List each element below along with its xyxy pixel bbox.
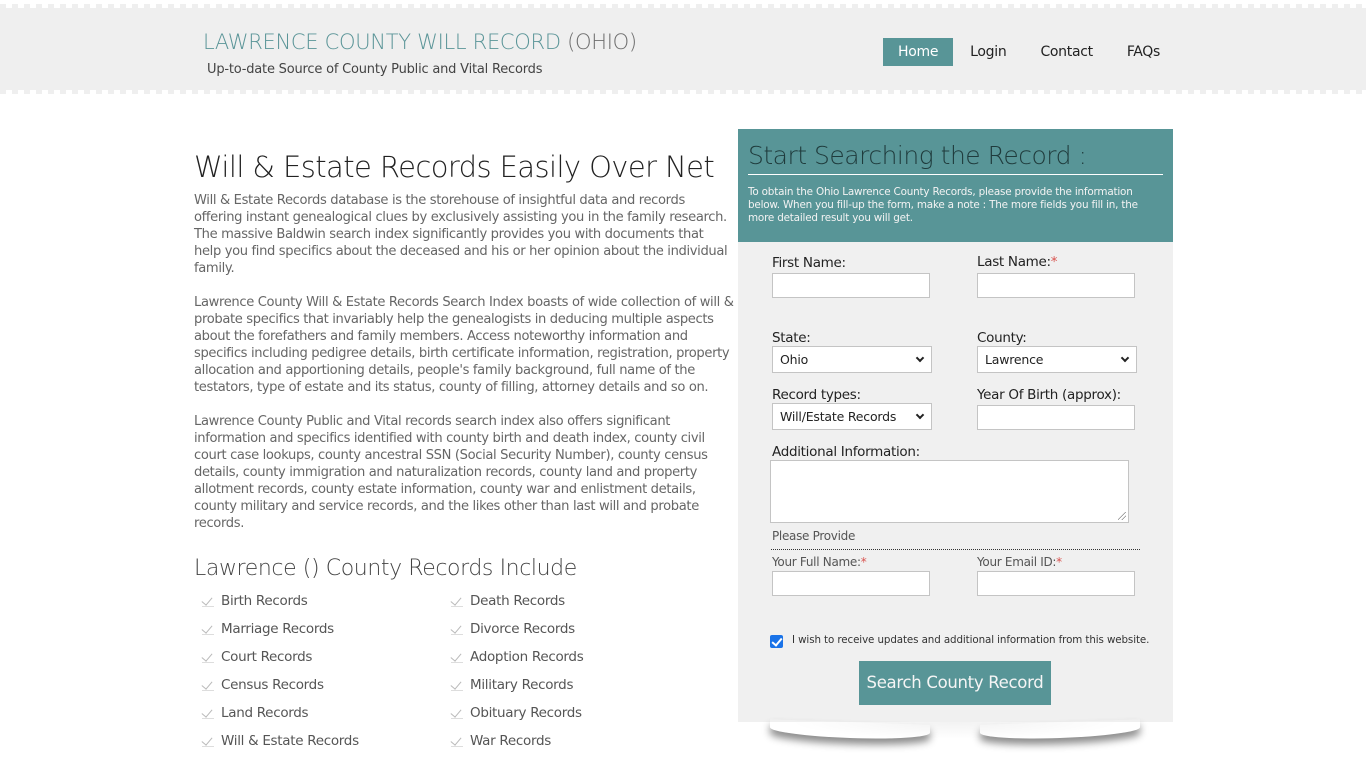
record-label: Court Records: [221, 649, 313, 665]
list-item: Birth Records: [201, 587, 450, 615]
record-label: Marriage Records: [221, 621, 334, 637]
record-label: Divorce Records: [470, 621, 575, 637]
nav-contact[interactable]: Contact: [1026, 38, 1106, 66]
record-label: Will & Estate Records: [221, 733, 359, 749]
site-header: LAWRENCE COUNTY WILL RECORD (OHIO) Up-to…: [0, 4, 1366, 94]
county-select[interactable]: Lawrence: [977, 346, 1137, 373]
main-content: Will & Estate Records Easily Over Net Wi…: [194, 150, 734, 755]
site-title[interactable]: LAWRENCE COUNTY WILL RECORD (OHIO): [203, 30, 637, 54]
please-provide-label: Please Provide: [772, 529, 856, 543]
list-item: Land Records: [201, 699, 450, 727]
year-of-birth-label: Year Of Birth (approx):: [977, 387, 1121, 403]
search-county-record-button[interactable]: Search County Record: [859, 661, 1051, 705]
list-item: Divorce Records: [450, 615, 650, 643]
required-mark: *: [1056, 555, 1062, 569]
email-label: Your Email ID:*: [977, 555, 1062, 569]
updates-checkbox[interactable]: [770, 635, 783, 648]
list-item: Adoption Records: [450, 643, 650, 671]
intro-paragraph-3: Lawrence County Public and Vital records…: [194, 414, 708, 531]
check-icon: [450, 734, 464, 748]
site-subtitle: Up-to-date Source of County Public and V…: [207, 62, 543, 77]
main-nav: Home Login Contact FAQs: [883, 38, 1180, 66]
record-types-select[interactable]: Will/Estate Records: [772, 403, 932, 430]
last-name-input[interactable]: [977, 273, 1135, 298]
list-item: War Records: [450, 727, 650, 755]
record-types-select-value: Will/Estate Records: [780, 409, 897, 424]
check-icon: [450, 594, 464, 608]
search-panel-intro: To obtain the Ohio Lawrence County Recor…: [748, 186, 1138, 224]
check-icon: [201, 650, 215, 664]
chevron-down-icon: [1120, 353, 1130, 363]
chevron-down-icon: [915, 353, 925, 363]
check-icon: [201, 678, 215, 692]
list-item: Obituary Records: [450, 699, 650, 727]
panel-shadow: [760, 722, 1150, 742]
first-name-label: First Name:: [772, 255, 846, 271]
search-panel-header: Start Searching the Record : To obtain t…: [738, 129, 1173, 242]
first-name-input[interactable]: [772, 273, 930, 298]
nav-home[interactable]: Home: [883, 38, 954, 66]
site-title-state: (OHIO): [567, 30, 637, 54]
record-label: Military Records: [470, 677, 574, 693]
intro-paragraph-2: Lawrence County Will & Estate Records Se…: [194, 295, 734, 395]
nav-faqs[interactable]: FAQs: [1113, 38, 1174, 66]
state-label: State:: [772, 330, 811, 346]
search-panel-title: Start Searching the Record :: [748, 141, 1163, 175]
site-title-text: LAWRENCE COUNTY WILL RECORD: [203, 30, 561, 54]
record-label: Death Records: [470, 593, 565, 609]
state-select[interactable]: Ohio: [772, 346, 932, 373]
records-heading: Lawrence () County Records Include: [194, 556, 577, 581]
record-label: War Records: [470, 733, 551, 749]
record-label: Census Records: [221, 677, 324, 693]
year-of-birth-input[interactable]: [977, 405, 1135, 430]
check-icon: [450, 678, 464, 692]
required-mark: *: [1050, 254, 1058, 270]
additional-info-label: Additional Information:: [772, 444, 920, 460]
page-title: Will & Estate Records Easily Over Net: [194, 150, 715, 184]
list-item: Death Records: [450, 587, 650, 615]
state-select-value: Ohio: [780, 352, 809, 367]
list-item: Marriage Records: [201, 615, 450, 643]
list-item: Military Records: [450, 671, 650, 699]
check-icon: [201, 594, 215, 608]
check-icon: [450, 622, 464, 636]
county-label: County:: [977, 330, 1027, 346]
nav-login[interactable]: Login: [956, 38, 1020, 66]
check-icon: [450, 706, 464, 720]
required-mark: *: [860, 555, 867, 569]
check-icon: [201, 734, 215, 748]
record-types-label: Record types:: [772, 387, 861, 403]
email-input[interactable]: [977, 571, 1135, 596]
check-icon: [450, 650, 464, 664]
check-icon: [201, 706, 215, 720]
additional-info-textarea[interactable]: [770, 460, 1129, 523]
full-name-input[interactable]: [772, 571, 930, 596]
section-divider: [771, 549, 1140, 550]
record-label: Adoption Records: [470, 649, 584, 665]
list-item: Court Records: [201, 643, 450, 671]
check-icon: [201, 622, 215, 636]
record-label: Obituary Records: [470, 705, 582, 721]
county-select-value: Lawrence: [985, 352, 1044, 367]
full-name-label: Your Full Name:*: [772, 555, 867, 569]
chevron-down-icon: [915, 410, 925, 420]
list-item: Will & Estate Records: [201, 727, 450, 755]
intro-paragraph-1: Will & Estate Records database is the st…: [194, 193, 728, 276]
resize-handle-icon[interactable]: [1118, 512, 1126, 520]
list-item: Census Records: [201, 671, 450, 699]
record-label: Birth Records: [221, 593, 308, 609]
updates-checkbox-label[interactable]: I wish to receive updates and additional…: [792, 634, 1149, 646]
records-list: Birth Records Death Records Marriage Rec…: [201, 587, 734, 755]
record-label: Land Records: [221, 705, 309, 721]
last-name-label: Last Name:*: [977, 254, 1058, 270]
